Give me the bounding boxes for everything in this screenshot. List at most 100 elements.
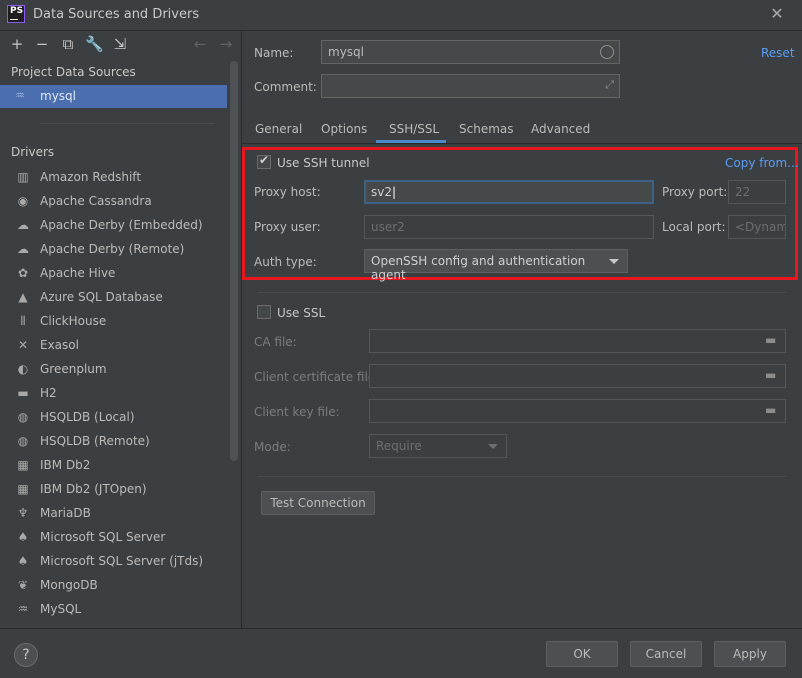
dialog-footer: ? OK Cancel Apply [0, 628, 802, 678]
hsqldb-icon: ◍ [17, 410, 29, 424]
close-icon[interactable]: ✕ [768, 5, 786, 23]
use-ssl-checkbox[interactable] [257, 305, 271, 319]
driver-item[interactable]: ▥ Amazon Redshift [0, 165, 227, 189]
driver-label: ClickHouse [40, 314, 107, 328]
tab-options[interactable]: Options [321, 122, 367, 136]
chevron-down-icon [488, 444, 498, 449]
driver-label: HSQLDB (Remote) [40, 434, 150, 448]
client-key-input[interactable]: ▬ [369, 399, 786, 423]
data-source-item-mysql[interactable]: ♒ mysql [0, 85, 227, 108]
forward-arrow-icon[interactable]: → [217, 35, 235, 53]
folder-icon[interactable]: ▬ [765, 369, 779, 381]
remove-icon[interactable]: − [33, 35, 51, 53]
import-icon[interactable]: ⇲ [111, 35, 129, 53]
driver-item[interactable]: ◍ HSQLDB (Remote) [0, 429, 227, 453]
azure-icon: ▲ [18, 290, 28, 304]
driver-item[interactable]: ✕ Exasol [0, 333, 227, 357]
driver-label: Apache Hive [40, 266, 116, 280]
scrollbar[interactable] [230, 61, 238, 461]
mongodb-icon: ❦ [17, 578, 29, 592]
add-icon[interactable]: + [8, 35, 26, 53]
h2-icon: ▬ [17, 386, 29, 400]
use-ssh-checkbox[interactable]: ✔ [257, 153, 271, 169]
mssql-icon: ♠ [17, 554, 29, 568]
driver-item[interactable]: ◉ Apache Cassandra [0, 189, 227, 213]
ibm-db2-icon: ▦ [17, 458, 29, 472]
mode-value: Require [376, 439, 422, 453]
cancel-button[interactable]: Cancel [630, 641, 702, 667]
proxy-user-input[interactable]: user2 [364, 215, 654, 239]
driver-item[interactable]: ⦀ ClickHouse [0, 309, 227, 333]
driver-item[interactable]: ✿ Apache Hive [0, 261, 227, 285]
use-ssl-label: Use SSL [277, 306, 326, 320]
local-port-placeholder: <Dynami [735, 220, 786, 234]
tab-schemas[interactable]: Schemas [459, 122, 514, 136]
tab-divider [241, 143, 802, 144]
expand-icon[interactable]: ⤢ [605, 78, 614, 92]
driver-item[interactable]: ◍ HSQLDB (Local) [0, 405, 227, 429]
drivers-heading: Drivers [11, 145, 55, 159]
test-connection-button[interactable]: Test Connection [261, 491, 375, 515]
use-ssh-label: Use SSH tunnel [277, 156, 370, 170]
proxy-user-placeholder: user2 [371, 220, 405, 234]
driver-item[interactable]: ♒ MySQL [0, 597, 227, 621]
folder-icon[interactable]: ▬ [765, 334, 779, 346]
driver-item[interactable]: ▦ IBM Db2 [0, 453, 227, 477]
local-port-input[interactable]: <Dynami [728, 215, 786, 239]
driver-item[interactable]: ▦ IBM Db2 (JTOpen) [0, 477, 227, 501]
driver-label: Exasol [40, 338, 79, 352]
ok-button[interactable]: OK [546, 641, 618, 667]
driver-item[interactable]: ☁ Apache Derby (Embedded) [0, 213, 227, 237]
driver-item[interactable]: ♆ MariaDB [0, 501, 227, 525]
driver-item[interactable]: ☁ Apache Derby (Remote) [0, 237, 227, 261]
cassandra-icon: ◉ [17, 194, 29, 208]
mode-label: Mode: [254, 440, 291, 454]
comment-input[interactable]: ⤢ [321, 74, 620, 98]
proxy-host-value: sv2 [371, 185, 392, 199]
driver-item[interactable]: ♠ Microsoft SQL Server (jTds) [0, 549, 227, 573]
driver-item[interactable]: ◐ Greenplum [0, 357, 227, 381]
proxy-port-label: Proxy port: [662, 185, 728, 199]
help-button[interactable]: ? [14, 643, 38, 667]
mysql-icon: ♒ [17, 602, 29, 616]
auth-type-select[interactable]: OpenSSH config and authentication agent [364, 249, 628, 282]
ca-file-input[interactable]: ▬ [369, 329, 786, 353]
mode-select[interactable]: Require [369, 434, 507, 458]
driver-label: IBM Db2 [40, 458, 91, 472]
proxy-user-label: Proxy user: [254, 220, 321, 234]
name-value: mysql [328, 45, 364, 59]
color-circle-icon[interactable] [600, 45, 614, 59]
duplicate-icon[interactable]: ⧉ [59, 35, 77, 53]
driver-label: Apache Cassandra [40, 194, 152, 208]
driver-item[interactable]: ♠ Microsoft SQL Server [0, 525, 227, 549]
driver-label: HSQLDB (Local) [40, 410, 135, 424]
tab-advanced[interactable]: Advanced [531, 122, 590, 136]
driver-label: Apache Derby (Remote) [40, 242, 185, 256]
driver-label: Microsoft SQL Server [40, 530, 166, 544]
driver-item[interactable]: ▲ Azure SQL Database [0, 285, 227, 309]
ca-file-label: CA file: [254, 335, 297, 349]
driver-item[interactable]: ▬ H2 [0, 381, 227, 405]
client-cert-input[interactable]: ▬ [369, 364, 786, 388]
mysql-icon: ♒ [15, 89, 25, 102]
checkmark-icon: ✔ [259, 153, 270, 167]
copy-from-link[interactable]: Copy from... [725, 156, 799, 170]
comment-label: Comment: [254, 80, 317, 94]
divider [40, 123, 215, 124]
left-panel: + − ⧉ 🔧 ⇲ ← → Project Data Sources ♒ mysql Dri… [0, 31, 242, 628]
name-label: Name: [254, 46, 294, 60]
proxy-port-input[interactable]: 22 [728, 180, 786, 204]
name-input[interactable]: mysql [321, 40, 620, 64]
tab-ssh-ssl[interactable]: SSH/SSL [389, 122, 439, 136]
reset-link[interactable]: Reset [761, 46, 795, 60]
app-icon: PS [7, 5, 25, 23]
proxy-host-input[interactable]: sv2| [364, 180, 654, 204]
apply-button[interactable]: Apply [714, 641, 786, 667]
derby-icon: ☁ [17, 218, 29, 232]
driver-item[interactable]: ❦ MongoDB [0, 573, 227, 597]
folder-icon[interactable]: ▬ [765, 404, 779, 416]
back-arrow-icon[interactable]: ← [191, 35, 209, 53]
hsqldb-icon: ◍ [17, 434, 29, 448]
tab-general[interactable]: General [255, 122, 302, 136]
wrench-icon[interactable]: 🔧 [85, 35, 104, 53]
